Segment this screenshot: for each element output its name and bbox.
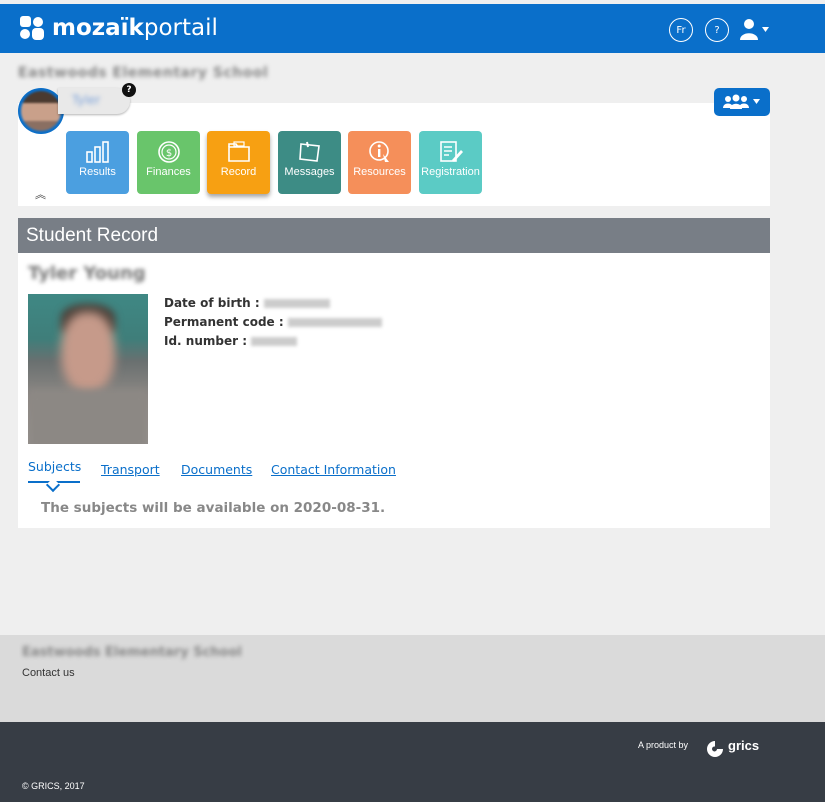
permanent-code-label: Permanent code : (164, 315, 284, 329)
contact-us-link[interactable]: Contact us (22, 667, 75, 679)
tile-label: Results (79, 166, 116, 178)
student-info: Date of birth : Permanent code : Id. num… (164, 296, 382, 353)
tile-record[interactable]: Record (207, 131, 270, 194)
tile-registration[interactable]: Registration (419, 131, 482, 194)
id-number-label: Id. number : (164, 334, 248, 348)
grics-brand-text: grics (728, 737, 760, 753)
dob-label: Date of birth : (164, 296, 260, 310)
tile-label: Registration (421, 166, 480, 178)
tile-label: Record (220, 166, 257, 178)
group-menu-button[interactable] (714, 88, 770, 116)
permanent-code-value (287, 318, 382, 327)
bar-chart-icon (66, 140, 129, 164)
tile-label: Messages (284, 166, 335, 178)
folder-icon (207, 140, 270, 164)
form-pen-icon (419, 140, 482, 164)
school-name: Eastwoods Elementary School (18, 65, 269, 81)
grics-mark-icon (707, 741, 723, 757)
id-number-value (251, 337, 298, 346)
logo-text-light: portail (143, 15, 218, 41)
language-button[interactable]: Fr (669, 18, 693, 42)
tile-resources[interactable]: Resources (348, 131, 411, 194)
tile-label: Resources (353, 166, 406, 178)
tile-finances[interactable]: $ Finances (137, 131, 200, 194)
footer-school-name: Eastwoods Elementary School (22, 645, 242, 660)
collapse-chevron-icon[interactable]: ︽ (35, 186, 46, 202)
student-selector[interactable]: Tyler (58, 88, 130, 114)
student-chip-name: Tyler (72, 93, 101, 107)
logo-text-bold: mozaïk (52, 15, 144, 41)
student-photo (28, 294, 148, 444)
mozaik-logo[interactable]: mozaïkportail (20, 14, 218, 42)
copyright: © GRICS, 2017 (22, 781, 85, 791)
tab-documents[interactable]: Documents (181, 462, 252, 477)
user-menu-button[interactable] (740, 18, 770, 42)
footer-bottom (0, 722, 825, 802)
dollar-coin-icon: $ (137, 140, 200, 164)
tile-label: Finances (146, 166, 191, 178)
subjects-message: The subjects will be available on 2020-0… (41, 500, 386, 516)
info-hand-icon (348, 140, 411, 164)
user-icon (740, 19, 769, 40)
tab-transport[interactable]: Transport (101, 462, 160, 477)
message-icon (278, 140, 341, 164)
section-title: Student Record (18, 218, 770, 253)
student-name: Tyler Young (28, 263, 146, 284)
tab-subjects[interactable]: Subjects (28, 459, 81, 474)
tile-results[interactable]: Results (66, 131, 129, 194)
top-bar: mozaïkportail Fr ? (0, 4, 825, 53)
product-by-text: A product by (638, 740, 689, 750)
help-button[interactable]: ? (705, 18, 729, 42)
svg-text:$: $ (165, 148, 171, 159)
people-group-icon (723, 94, 760, 109)
dob-value (263, 299, 330, 308)
tile-messages[interactable]: Messages (278, 131, 341, 194)
grics-logo[interactable]: grics (704, 738, 759, 760)
tab-contact-information[interactable]: Contact Information (271, 462, 396, 477)
student-help-badge[interactable]: ? (122, 83, 136, 97)
logo-mark-icon (20, 16, 44, 40)
